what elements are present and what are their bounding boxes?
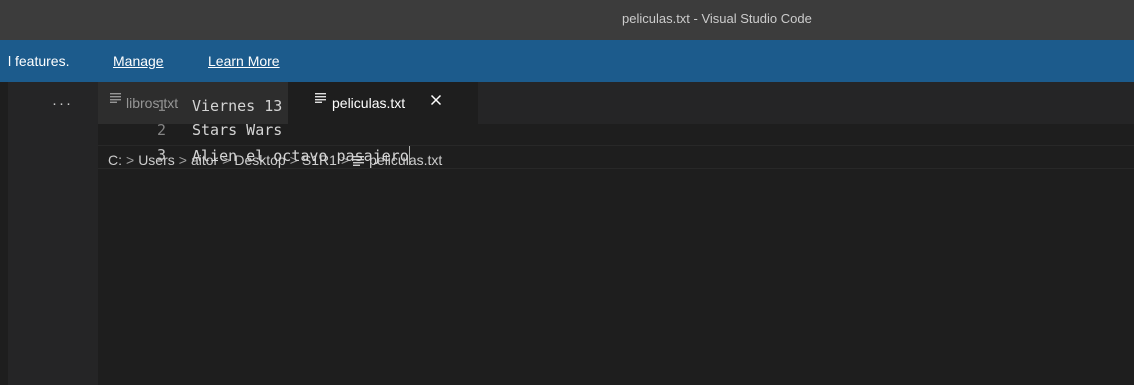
notification-banner: l features. Manage Learn More (0, 40, 1134, 82)
line-number: 2 (156, 121, 166, 139)
line-text[interactable]: Stars Wars (192, 121, 282, 139)
editor-line[interactable]: 1 Viernes 13 (98, 97, 1134, 121)
sidebar: ··· (8, 82, 98, 385)
line-number: 3 (156, 146, 166, 164)
more-actions-button[interactable]: ··· (52, 95, 73, 112)
editor-line[interactable]: 2 Stars Wars (98, 121, 1134, 145)
vscode-window: peliculas.txt - Visual Studio Code l fea… (0, 0, 1134, 385)
learn-more-link[interactable]: Learn More (208, 53, 280, 69)
title-bar: peliculas.txt - Visual Studio Code (0, 0, 1134, 40)
banner-message: l features. (8, 53, 70, 69)
line-number: 1 (156, 97, 166, 115)
code-editor[interactable]: 1 Viernes 13 2 Stars Wars 3 Alien el oct… (98, 97, 1134, 385)
window-title: peliculas.txt - Visual Studio Code (622, 11, 812, 26)
manage-link[interactable]: Manage (113, 53, 164, 69)
editor-line-current[interactable]: 3 Alien el octavo pasajero (98, 145, 1134, 169)
line-text[interactable]: Viernes 13 (192, 97, 282, 115)
line-content[interactable]: Alien el octavo pasajero (192, 146, 410, 165)
text-cursor (408, 146, 410, 165)
line-text: Alien el octavo pasajero (192, 147, 409, 165)
